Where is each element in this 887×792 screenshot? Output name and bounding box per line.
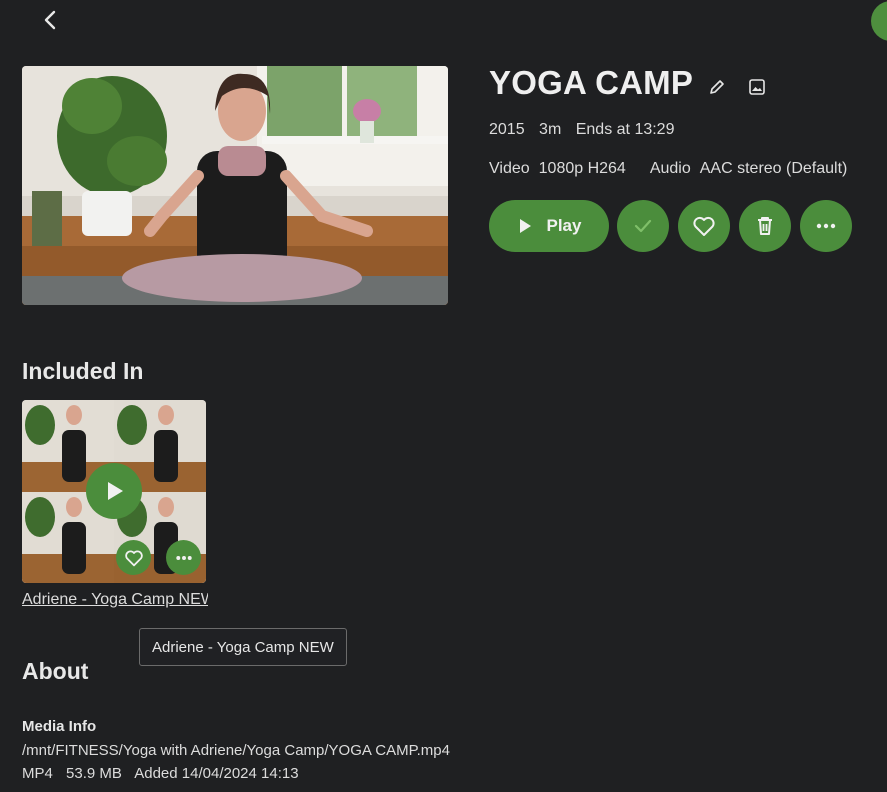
check-icon [634,219,652,233]
included-in-heading: Included In [22,358,144,384]
more-icon [175,555,192,560]
page-title: YOGA CAMP [489,64,694,101]
year: 2015 [489,121,525,138]
mark-played-button[interactable] [617,200,669,252]
heart-icon [124,550,143,566]
media-streams: Video 1080p H264 Audio AAC stereo (Default) [489,160,847,178]
item-meta: 2015 3m Ends at 13:29 [489,121,684,139]
collection-play-button[interactable] [86,463,142,519]
file-size: 53.9 MB [66,765,122,782]
video-label: Video [489,160,530,177]
ends-at: Ends at 13:29 [575,121,675,138]
collection-favorite-button[interactable] [116,540,151,575]
image-icon[interactable] [748,78,766,96]
file-path: /mnt/FITNESS/Yoga with Adriene/Yoga Camp… [22,742,450,759]
user-avatar[interactable] [871,1,887,41]
play-icon [108,482,123,500]
delete-button[interactable] [739,200,791,252]
container-format: MP4 [22,765,53,782]
play-button[interactable]: Play [489,200,609,252]
collection-title-link[interactable]: Adriene - Yoga Camp NEW [22,591,208,609]
date-added: Added 14/04/2024 14:13 [134,765,299,782]
play-label: Play [546,216,582,235]
audio-label: Audio [649,160,691,177]
media-info-row: MP4 53.9 MB Added 14/04/2024 14:13 [22,765,308,782]
heart-icon [693,216,715,236]
runtime: 3m [539,121,562,138]
favorite-button[interactable] [678,200,730,252]
back-arrow-icon[interactable] [36,6,64,34]
audio-value: AAC stereo (Default) [699,160,848,177]
about-heading: About [22,658,89,684]
play-icon [519,219,531,233]
hero-thumbnail [22,66,448,305]
pencil-icon[interactable] [708,78,726,96]
tooltip: Adriene - Yoga Camp NEW [139,628,347,666]
more-icon [816,223,836,229]
media-info-label: Media Info [22,718,97,735]
video-value: 1080p H264 [538,160,626,177]
more-button[interactable] [800,200,852,252]
collection-more-button[interactable] [166,540,201,575]
trash-icon [758,217,772,235]
